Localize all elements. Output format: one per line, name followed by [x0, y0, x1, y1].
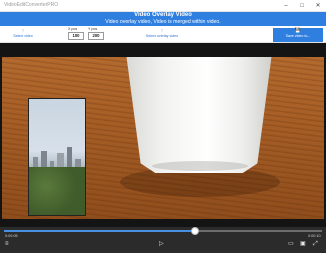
page-title: Video Overlay Video — [134, 12, 192, 18]
maximize-icon[interactable]: □ — [297, 1, 307, 11]
title-bar: VideoEditConverterPRO – □ ✕ — [0, 0, 326, 12]
select-overlay-video-button[interactable]: ↑ Select overlay video — [142, 28, 182, 39]
video-preview[interactable] — [0, 43, 326, 227]
minimize-icon[interactable]: – — [281, 1, 291, 11]
x-pos-label: X pos — [68, 27, 78, 31]
close-icon[interactable]: ✕ — [313, 1, 323, 11]
window-title: VideoEditConverterPRO — [4, 2, 59, 8]
play-icon[interactable]: ▷ — [159, 240, 164, 248]
menu-icon[interactable]: ≡ — [5, 240, 9, 248]
x-pos-input[interactable]: 100 — [68, 32, 84, 40]
page-subtitle: Video overlay video, Video is merged wit… — [105, 19, 221, 25]
select-video-label: Select video — [13, 34, 33, 38]
trees — [29, 167, 85, 215]
seek-thumb[interactable] — [190, 227, 199, 235]
y-pos-label: Y pos — [88, 27, 98, 31]
cup-image — [126, 57, 272, 173]
fullscreen-icon[interactable]: ⤢ — [313, 240, 318, 248]
duration-time: 0:00:10 — [308, 234, 321, 238]
current-time: 0:00:05 — [5, 234, 18, 238]
seek-progress — [4, 230, 195, 232]
y-pos-input[interactable]: 200 — [88, 32, 104, 40]
cup-rim — [152, 161, 248, 171]
select-video-button[interactable]: ↑ Select video — [8, 28, 38, 39]
header-banner: Video Overlay Video Video overlay video,… — [0, 12, 326, 26]
save-video-button[interactable]: 💾 Save video to... — [273, 28, 323, 42]
player-controls: 0:00:05 0:00:10 ≡ ▷ ▭ ▣ ⤢ — [0, 227, 326, 253]
save-video-label: Save video to... — [285, 34, 311, 38]
select-overlay-label: Select overlay video — [145, 34, 179, 38]
seek-bar[interactable] — [4, 227, 322, 235]
overlay-video-preview[interactable] — [28, 98, 86, 216]
picture-in-picture-icon[interactable]: ▣ — [300, 240, 306, 248]
aspect-ratio-icon[interactable]: ▭ — [288, 240, 294, 248]
